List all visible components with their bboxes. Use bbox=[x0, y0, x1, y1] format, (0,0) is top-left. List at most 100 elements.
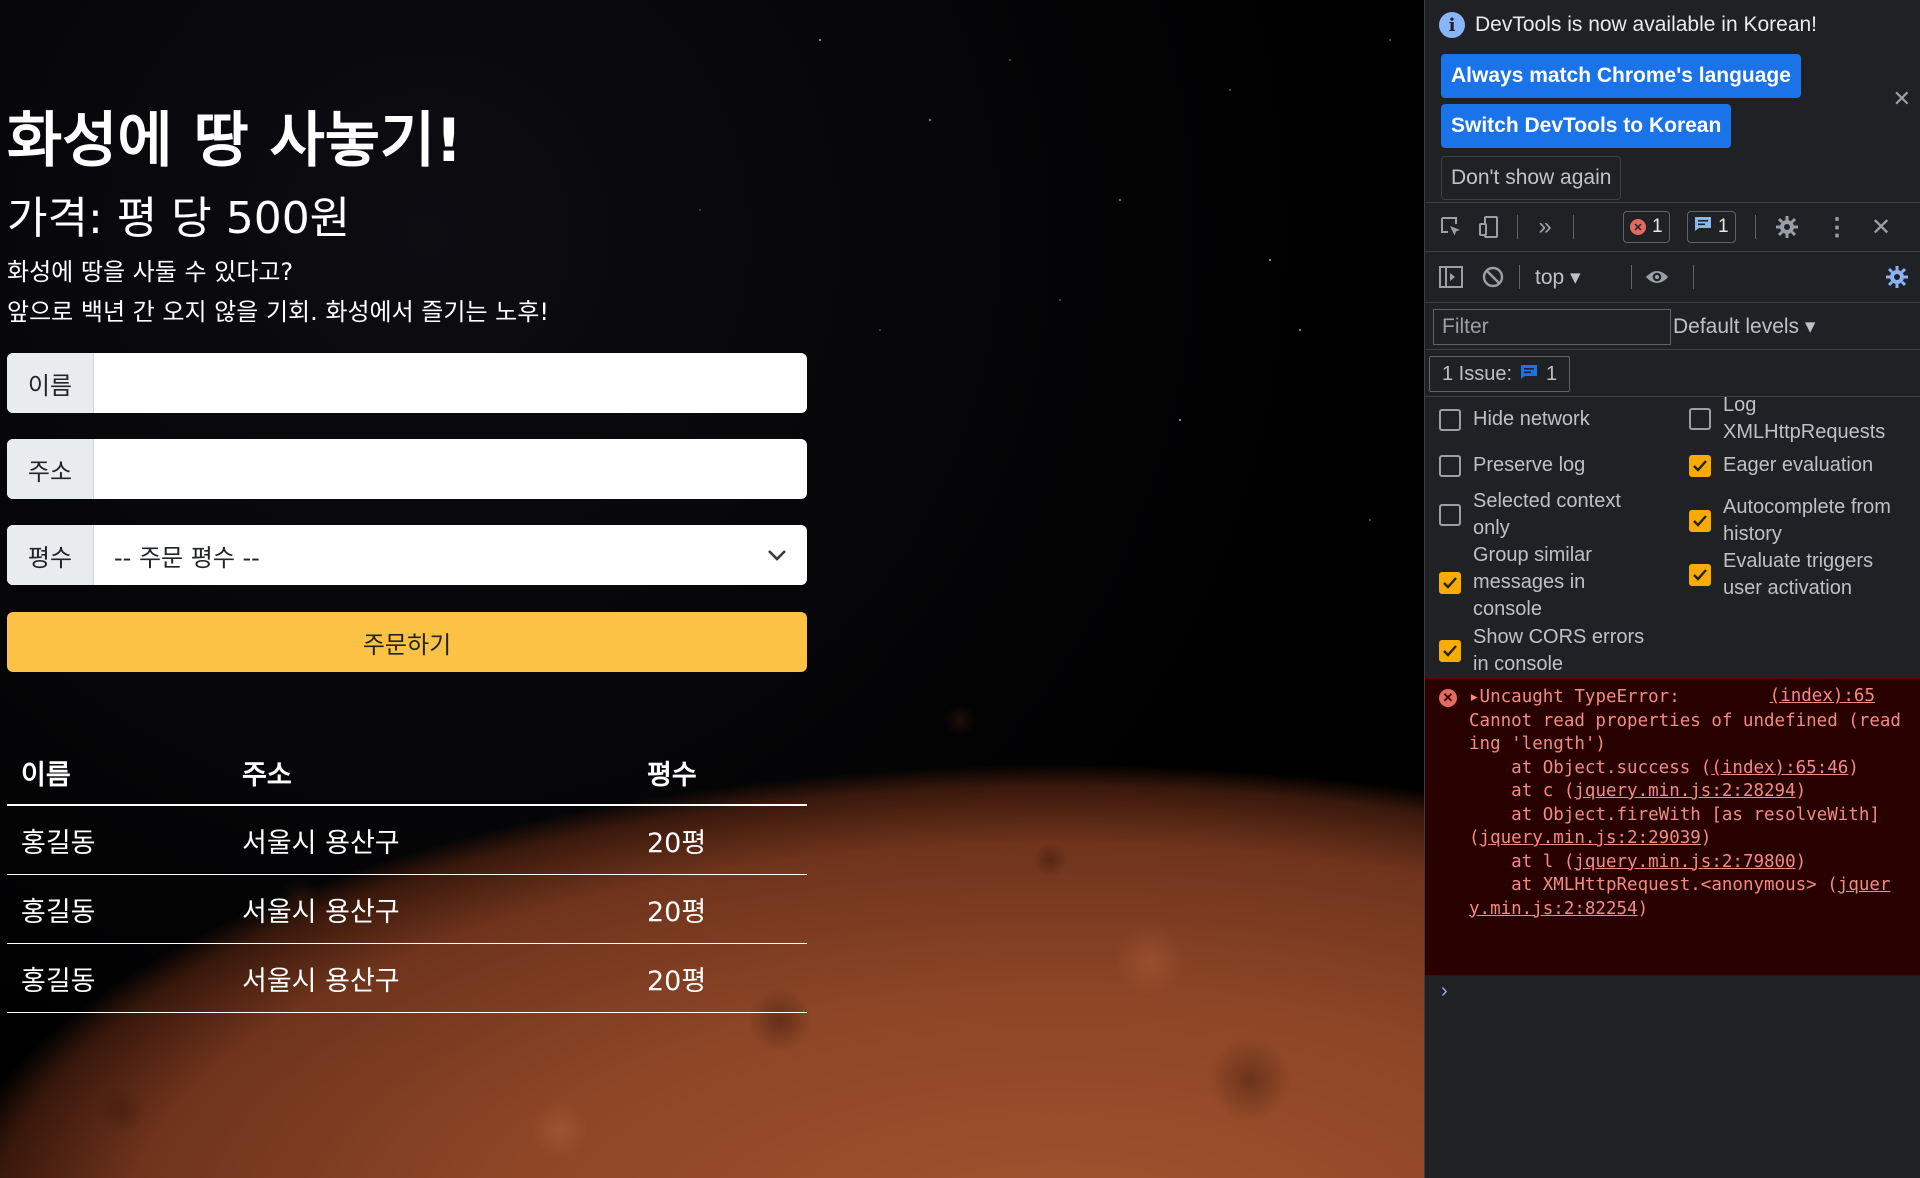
console-settings-gear-icon[interactable] bbox=[1885, 265, 1909, 289]
issues-button[interactable]: 1 Issue: 1 bbox=[1429, 356, 1571, 392]
cell-address: 서울시 용산구 bbox=[228, 943, 633, 1013]
clear-console-icon[interactable] bbox=[1481, 265, 1505, 289]
error-icon: ✕ bbox=[1439, 689, 1457, 707]
inspect-element-icon[interactable] bbox=[1439, 215, 1463, 239]
order-button[interactable]: 주문하기 bbox=[7, 612, 807, 672]
name-label: 이름 bbox=[7, 353, 94, 413]
preserve-log-option[interactable]: Preserve log bbox=[1439, 452, 1659, 479]
eager-eval-option[interactable]: Eager evaluation bbox=[1689, 452, 1909, 479]
show-sidebar-icon[interactable] bbox=[1439, 265, 1463, 289]
devtools-main-toolbar: » ✕ 1 1 ⋮ ✕ bbox=[1425, 203, 1920, 252]
error-icon: ✕ bbox=[1630, 219, 1646, 235]
stack-frame-link[interactable]: jquery.min.js:2:29039 bbox=[1480, 828, 1701, 848]
error-count-badge[interactable]: ✕ 1 bbox=[1623, 211, 1670, 243]
address-field-group: 주소 bbox=[7, 439, 807, 499]
issues-label: 1 Issue: bbox=[1442, 362, 1513, 385]
stack-frame-text: at Object.success ( bbox=[1469, 757, 1712, 778]
info-icon: i bbox=[1439, 12, 1465, 38]
table-row: 홍길동 서울시 용산구 20평 bbox=[7, 874, 807, 944]
page-title: 화성에 땅 사놓기! bbox=[7, 106, 463, 176]
autocomplete-label: Autocomplete from history bbox=[1723, 496, 1891, 545]
name-input[interactable] bbox=[114, 368, 787, 398]
checkbox[interactable] bbox=[1689, 408, 1711, 430]
expand-triangle-icon[interactable]: ▸ bbox=[1469, 687, 1480, 707]
filter-input[interactable]: Filter bbox=[1433, 309, 1671, 345]
stack-frame-close: ) bbox=[1637, 898, 1649, 919]
checkbox[interactable] bbox=[1439, 454, 1461, 477]
error-text: ▸Uncaught TypeError: Cannot read propert… bbox=[1469, 686, 1909, 921]
column-header-size: 평수 bbox=[633, 740, 807, 806]
message-icon bbox=[1520, 363, 1538, 386]
stack-frame-link[interactable]: (index):65:46 bbox=[1711, 758, 1848, 778]
context-value: top bbox=[1535, 266, 1565, 289]
error-message: Cannot read properties of undefined (rea… bbox=[1469, 710, 1901, 755]
selected-context-option[interactable]: Selected context only bbox=[1439, 488, 1659, 542]
show-cors-option[interactable]: Show CORS errors in console bbox=[1439, 624, 1659, 678]
checkbox[interactable] bbox=[1439, 408, 1461, 431]
checkbox-checked[interactable] bbox=[1689, 510, 1711, 532]
chevron-down-icon bbox=[767, 548, 787, 562]
log-levels-value: Default levels bbox=[1673, 315, 1800, 338]
devtools-panel: i DevTools is now available in Korean! A… bbox=[1424, 0, 1920, 1178]
cell-address: 서울시 용산구 bbox=[228, 805, 633, 875]
cell-address: 서울시 용산구 bbox=[228, 874, 633, 944]
more-tabs-icon[interactable]: » bbox=[1533, 213, 1557, 240]
log-levels-dropdown[interactable]: Default levels ▾ bbox=[1673, 314, 1815, 339]
close-devtools-icon[interactable]: ✕ bbox=[1869, 214, 1893, 241]
cell-name: 홍길동 bbox=[7, 805, 228, 875]
log-xhr-option[interactable]: Log XMLHttpRequests bbox=[1689, 392, 1909, 446]
table-row: 홍길동 서울시 용산구 20평 bbox=[7, 805, 807, 875]
more-options-icon[interactable]: ⋮ bbox=[1825, 214, 1849, 241]
issues-count: 1 bbox=[1546, 362, 1558, 385]
eager-eval-label: Eager evaluation bbox=[1723, 454, 1874, 476]
stack-frame-close: ) bbox=[1795, 781, 1807, 801]
mars-page: 화성에 땅 사놓기! 가격: 평 당 500원 화성에 땅을 사둘 수 있다고?… bbox=[0, 0, 1424, 1178]
stack-frame-text: at c ( bbox=[1469, 781, 1575, 801]
always-match-language-button[interactable]: Always match Chrome's language bbox=[1441, 54, 1801, 98]
switch-to-korean-button[interactable]: Switch DevTools to Korean bbox=[1441, 104, 1732, 148]
stack-frame-close: ) bbox=[1700, 828, 1712, 848]
console-settings-pane: Hide network Preserve log Selected conte… bbox=[1425, 394, 1920, 679]
group-similar-option[interactable]: Group similar messages in console bbox=[1439, 542, 1659, 623]
hide-network-option[interactable]: Hide network bbox=[1439, 406, 1659, 433]
hide-network-label: Hide network bbox=[1473, 408, 1590, 430]
stack-frame-link[interactable]: jquery.min.js:2:79800 bbox=[1574, 852, 1795, 872]
eval-triggers-option[interactable]: Evaluate triggers user activation bbox=[1689, 548, 1909, 602]
error-type: Uncaught TypeError: bbox=[1479, 687, 1680, 707]
address-input[interactable] bbox=[114, 454, 787, 484]
checkbox-checked[interactable] bbox=[1689, 564, 1711, 586]
description: 화성에 땅을 사둘 수 있다고? 앞으로 백년 간 오지 않을 기회. 화성에서… bbox=[7, 252, 549, 332]
context-selector[interactable]: top ▾ bbox=[1535, 265, 1581, 290]
checkbox-checked[interactable] bbox=[1439, 640, 1461, 662]
autocomplete-option[interactable]: Autocomplete from history bbox=[1689, 494, 1915, 548]
live-expression-eye-icon[interactable] bbox=[1645, 265, 1669, 289]
stack-frame-text: at l ( bbox=[1469, 851, 1575, 872]
message-count-badge[interactable]: 1 bbox=[1687, 211, 1736, 243]
close-icon[interactable]: ✕ bbox=[1893, 86, 1911, 112]
language-infobar: i DevTools is now available in Korean! A… bbox=[1425, 0, 1920, 203]
infobar-message-row: i DevTools is now available in Korean! bbox=[1439, 12, 1817, 38]
eval-triggers-label: Evaluate triggers user activation bbox=[1723, 550, 1874, 599]
name-field-group: 이름 bbox=[7, 353, 807, 413]
cell-size: 20평 bbox=[633, 874, 807, 944]
column-header-name: 이름 bbox=[7, 740, 228, 806]
console-error-message: ✕ (index):65 ▸Uncaught TypeError: Cannot… bbox=[1425, 678, 1920, 976]
size-select[interactable]: -- 주문 평수 -- bbox=[94, 525, 807, 585]
cell-name: 홍길동 bbox=[7, 874, 228, 944]
dont-show-again-button[interactable]: Don't show again bbox=[1441, 156, 1622, 200]
description-line-1: 화성에 땅을 사둘 수 있다고? bbox=[7, 258, 294, 286]
settings-gear-icon[interactable] bbox=[1775, 215, 1799, 239]
message-icon bbox=[1694, 216, 1712, 238]
log-xhr-label: Log XMLHttpRequests bbox=[1723, 394, 1886, 443]
device-toolbar-icon[interactable] bbox=[1477, 215, 1501, 239]
console-toolbar: top ▾ bbox=[1425, 252, 1920, 303]
checkbox[interactable] bbox=[1439, 504, 1461, 526]
checkbox-checked[interactable] bbox=[1439, 571, 1461, 594]
console-prompt-icon[interactable]: › bbox=[1441, 980, 1448, 1003]
cell-size: 20평 bbox=[633, 805, 807, 875]
infobar-message: DevTools is now available in Korean! bbox=[1475, 13, 1818, 36]
stack-frame-link[interactable]: jquery.min.js:2:28294 bbox=[1574, 781, 1795, 801]
checkbox-checked[interactable] bbox=[1689, 454, 1711, 477]
size-label: 평수 bbox=[7, 525, 94, 585]
column-header-address: 주소 bbox=[228, 740, 633, 806]
